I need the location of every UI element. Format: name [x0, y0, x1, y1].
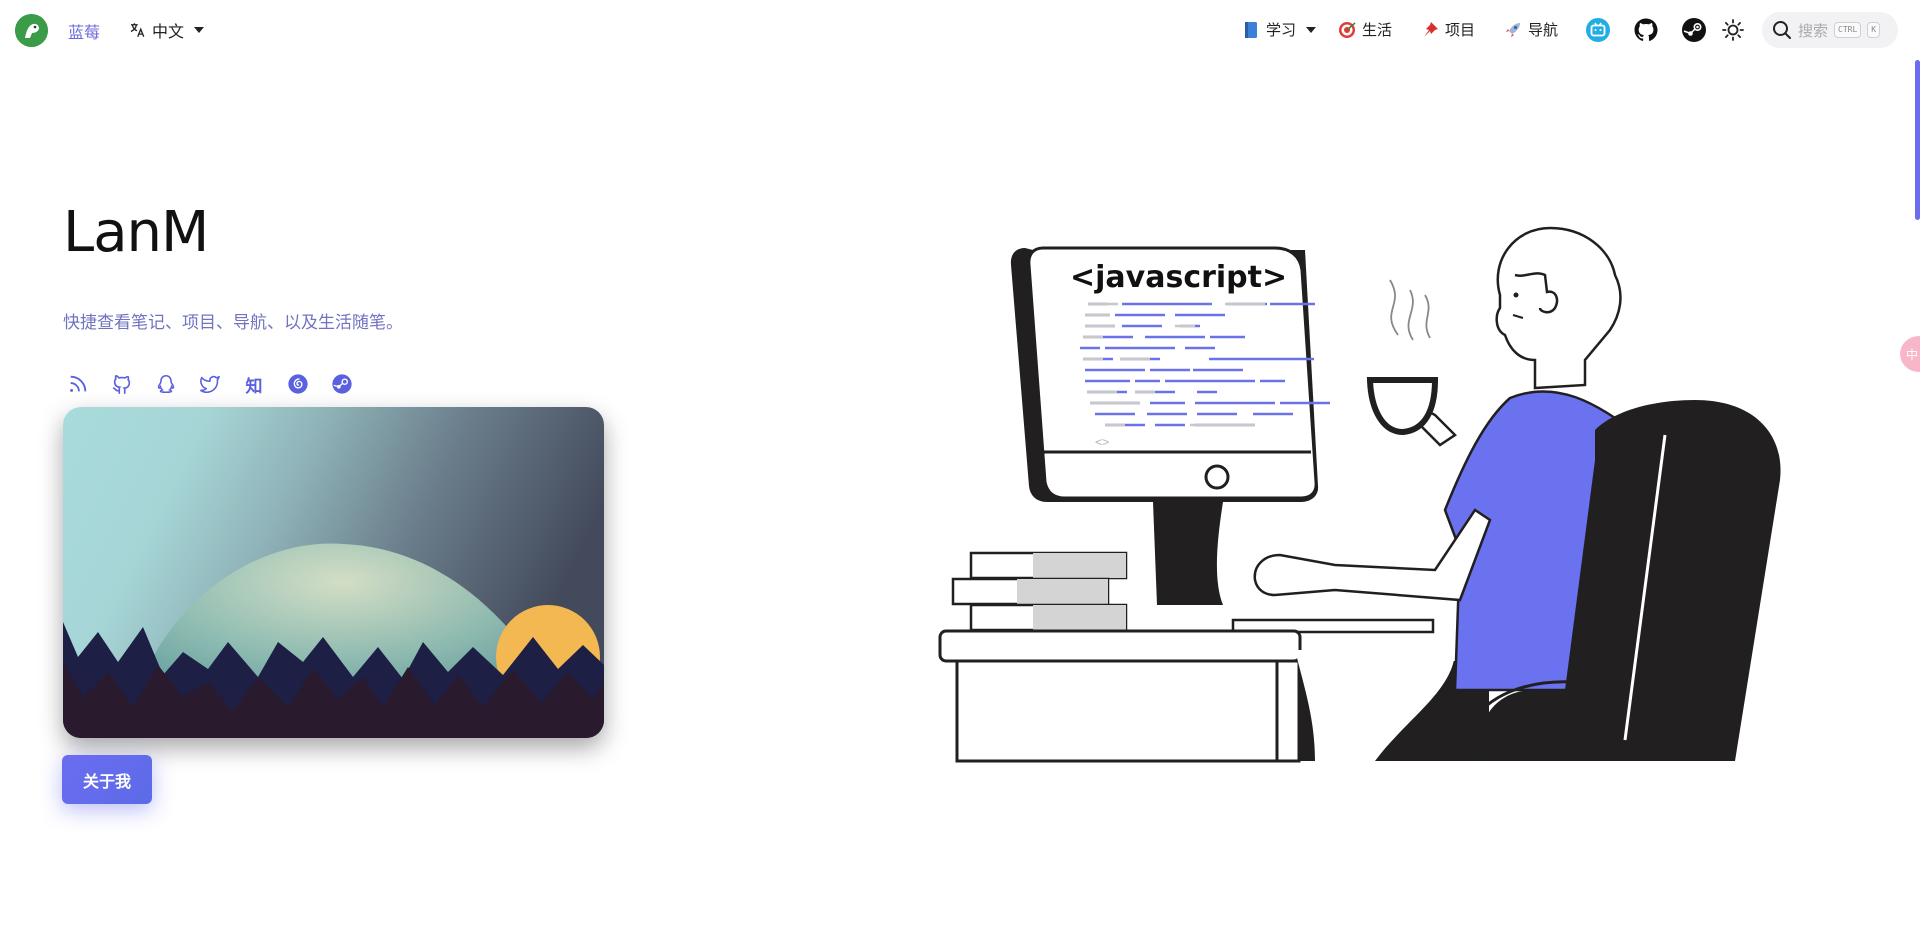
- zhihu-glyph: 知: [245, 376, 263, 397]
- bilibili-icon[interactable]: [1586, 18, 1610, 42]
- qq-icon[interactable]: [154, 372, 178, 396]
- hero-description: 快捷查看笔记、项目、导航、以及生活随笔。: [63, 313, 403, 333]
- navbar: 蓝莓 中文 学习 生活 项目 导航 搜索 CTRL K: [0, 0, 1920, 60]
- site-logo[interactable]: [15, 14, 48, 47]
- nav-item-life-label: 生活: [1362, 21, 1393, 39]
- nav-item-projects[interactable]: 项目: [1421, 19, 1475, 40]
- search-icon: [1773, 21, 1791, 39]
- chevron-down-icon: [194, 27, 205, 33]
- theme-toggle-icon[interactable]: [1721, 18, 1745, 42]
- nav-item-life[interactable]: 生活: [1338, 19, 1392, 40]
- social-links: 知: [66, 372, 354, 397]
- github-icon[interactable]: [110, 372, 134, 396]
- hero-landscape-image: [63, 407, 604, 738]
- logo-icon: [15, 14, 48, 47]
- translate-icon: [130, 23, 145, 38]
- code-label: <javascript>: [1070, 260, 1287, 295]
- book-icon: [1245, 21, 1257, 38]
- kbd-ctrl: CTRL: [1834, 22, 1862, 38]
- rocket-icon: [1506, 22, 1520, 37]
- language-label: 中文: [152, 22, 185, 41]
- chevron-down-icon: [1306, 26, 1317, 33]
- side-language-bubble[interactable]: 中: [1900, 336, 1920, 372]
- nav-item-navigation[interactable]: 导航: [1504, 19, 1558, 40]
- side-bubble-label: 中: [1906, 347, 1919, 362]
- github-icon[interactable]: [1634, 18, 1658, 42]
- developer-drinking-coffee-illustration: <javascript> <>: [938, 226, 1781, 763]
- landscape-illustration: [63, 407, 604, 738]
- scroll-indicator: [1915, 60, 1920, 220]
- language-switcher[interactable]: 中文: [128, 18, 205, 42]
- nav-item-projects-label: 项目: [1445, 21, 1476, 39]
- twitter-icon[interactable]: [198, 372, 222, 396]
- code-footer-glyph: <>: [1095, 435, 1109, 449]
- hero-title: LanM: [63, 200, 209, 265]
- steam-icon[interactable]: [1682, 18, 1706, 42]
- kbd-k: K: [1867, 22, 1881, 38]
- nav-item-navigation-label: 导航: [1528, 21, 1559, 39]
- developer-illustration: <javascript> <>: [935, 220, 1785, 765]
- zhihu-icon[interactable]: 知: [242, 372, 266, 397]
- steam-icon[interactable]: [330, 372, 354, 396]
- pin-icon: [1424, 21, 1438, 37]
- nav-item-study[interactable]: 学习: [1242, 19, 1317, 40]
- about-me-button[interactable]: 关于我: [62, 755, 152, 804]
- rss-icon[interactable]: [66, 372, 90, 396]
- site-name-link[interactable]: 蓝莓: [68, 19, 100, 43]
- nav-item-study-label: 学习: [1266, 21, 1297, 39]
- search-placeholder: 搜索: [1798, 21, 1829, 40]
- target-icon: [1339, 21, 1356, 38]
- search-box[interactable]: 搜索 CTRL K: [1762, 12, 1898, 48]
- netease-music-icon[interactable]: [286, 372, 310, 396]
